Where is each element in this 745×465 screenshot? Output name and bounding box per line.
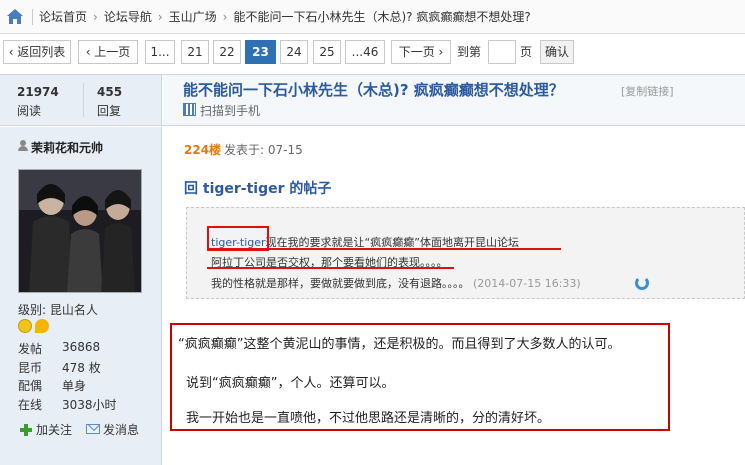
stats-divider [83,83,84,117]
page-link[interactable]: 21 [181,40,209,64]
post-paragraph: 说到“疯疯癫癫”，个人。还算可以。 [186,376,395,391]
user-level: 级别: 昆山名人 [18,303,98,317]
breadcrumb-separator: › [157,9,163,24]
quote-timestamp: (2014-07-15 16:33) [473,277,581,290]
quote-text: 我的性格就是那样，要做就要做到底，没有退路。。。。 [211,277,470,290]
floor-number[interactable]: 224楼 [184,141,221,158]
post-body: “疯疯癫癫”这整个黄泥山的事情，还是积极的。而且得到了大多数人的认可。 说到“疯… [170,323,670,431]
follow-button[interactable]: 加关注 [36,421,72,438]
breadcrumb-separator: › [93,9,98,24]
reply-label: 回复 [97,104,122,118]
page-suffix-label: 页 [520,45,533,59]
page-number-input[interactable] [488,40,516,64]
author-panel: 茉莉花和元帅 级别: 昆山名人 发帖 36868 昆币 478 枚 配偶 单身 … [0,127,162,465]
pagination: ‹ 返回列表 ‹ 上一页 1... 21 22 23 24 25 ...46 下… [0,40,745,66]
breadcrumb-thread: 能不能问一下石小林先生（木总)? 疯疯癫癫想不想处理? [233,10,531,24]
post-paragraph: “疯疯癫癫”这整个黄泥山的事情，还是积极的。而且得到了大多数人的认可。 [178,337,621,352]
reply-count: 455 [97,85,123,99]
quote-block: tiger-tiger现在我的要求就是让“疯疯癫癫”体面地离开昆山论坛 阿拉丁公… [186,207,745,299]
profile-label: 在线 [18,398,43,412]
smiley-medal-icon [18,319,32,333]
back-to-quote-icon[interactable] [635,276,649,290]
page-link[interactable]: 1... [145,40,175,64]
profile-value: 478 枚 [62,361,101,375]
send-message-button[interactable]: 发消息 [103,421,139,438]
moon-medal-icon [35,319,49,333]
profile-online-time: 在线 3038小时 [18,396,117,413]
view-count: 21974 [17,85,59,99]
breadcrumb-divider [32,8,33,25]
goto-label: 到第 [457,45,482,59]
profile-value: 36868 [62,340,101,354]
highlight-underline [207,267,454,269]
breadcrumb: 论坛首页 › 论坛导航 › 玉山广场 › 能不能问一下石小林先生（木总)? 疯疯… [0,0,745,34]
confirm-button[interactable]: 确认 [540,40,574,64]
page-link[interactable]: 22 [213,40,241,64]
next-page-button[interactable]: 下一页 › [391,40,451,64]
author-name[interactable]: 茉莉花和元帅 [31,139,103,156]
post-paragraph: 我一开始也是一直喷他，不过他思路还是清晰的，分的清好坏。 [186,411,551,426]
thread-stats: 21974 阅读 455 回复 [0,75,162,125]
qr-code-icon[interactable] [183,103,196,116]
profile-value: 单身 [62,379,87,393]
user-icon [18,140,28,152]
view-label: 阅读 [17,104,42,118]
profile-label: 昆币 [18,361,43,375]
prev-page-button[interactable]: ‹ 上一页 [78,40,138,64]
avatar[interactable] [18,169,142,293]
breadcrumb-board[interactable]: 玉山广场 [169,8,217,25]
breadcrumb-forum-home[interactable]: 论坛首页 [39,8,87,25]
thread-title-bar: 能不能问一下石小林先生（木总)? 疯疯癫癫想不想处理？ [复制链接] 扫描到手机 [163,75,745,125]
scan-to-phone-link[interactable]: 扫描到手机 [200,102,260,119]
copy-link-button[interactable]: [复制链接] [621,83,674,99]
profile-posts: 发帖 36868 [18,340,100,357]
thread-title: 能不能问一下石小林先生（木总)? 疯疯癫癫想不想处理？ [183,81,564,99]
profile-coins: 昆币 478 枚 [18,359,101,376]
page-link[interactable]: 24 [280,40,308,64]
page-link[interactable]: 25 [313,40,341,64]
breadcrumb-separator: › [222,9,228,24]
thread-header: 21974 阅读 455 回复 能不能问一下石小林先生（木总)? 疯疯癫癫想不想… [0,74,745,126]
mail-icon[interactable] [86,424,100,434]
current-page: 23 [245,40,276,64]
breadcrumb-forum-nav[interactable]: 论坛导航 [104,8,152,25]
reply-heading: 回 tiger-tiger 的帖子 [184,181,332,197]
profile-value: 3038小时 [62,398,117,412]
home-icon[interactable] [6,8,24,25]
post-timestamp: 发表于: 07-15 [224,143,303,157]
avatar-image [19,170,141,292]
back-to-list-button[interactable]: ‹ 返回列表 [3,40,71,64]
highlight-underline [207,248,561,250]
page-link[interactable]: ...46 [345,40,385,64]
profile-label: 配偶 [18,379,43,393]
quote-line-3: 我的性格就是那样，要做就要做到底，没有退路。。。。 (2014-07-15 16… [211,275,581,291]
profile-label: 发帖 [18,342,43,356]
plus-icon[interactable] [20,424,32,436]
profile-spouse: 配偶 单身 [18,377,86,394]
